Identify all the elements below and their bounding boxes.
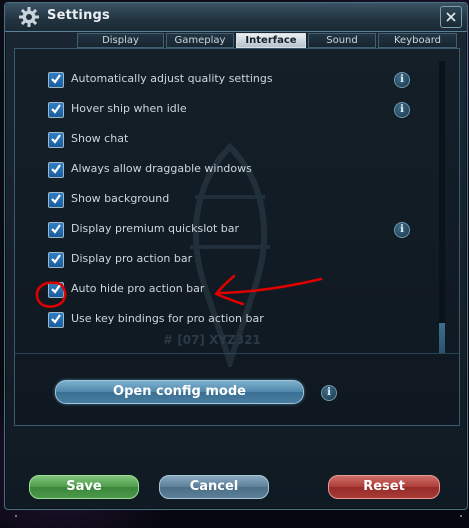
checkmark-icon [51, 194, 61, 204]
setting-label: Hover ship when idle [71, 102, 187, 115]
close-button[interactable] [440, 6, 462, 28]
setting-row: Automatically adjust quality settings i [15, 65, 435, 95]
setting-label: Automatically adjust quality settings [71, 72, 273, 85]
info-icon[interactable]: i [394, 72, 410, 88]
checkbox-pro-action-bar[interactable] [48, 252, 64, 268]
setting-row: Show background [15, 185, 435, 215]
checkbox-show-chat[interactable] [48, 132, 64, 148]
setting-row: Always allow draggable windows [15, 155, 435, 185]
checkbox-draggable-windows[interactable] [48, 162, 64, 178]
setting-label: Use key bindings for pro action bar [71, 312, 264, 325]
setting-row: Show chat [15, 125, 435, 155]
star [15, 515, 17, 517]
tab-keyboard[interactable]: Keyboard [378, 33, 457, 48]
checkmark-icon [51, 224, 61, 234]
setting-label: Always allow draggable windows [71, 162, 252, 175]
settings-list: Automatically adjust quality settings i … [15, 65, 435, 335]
gear-icon [19, 7, 39, 27]
setting-label: Show background [71, 192, 170, 205]
checkbox-show-background[interactable] [48, 192, 64, 208]
checkmark-icon [51, 314, 61, 324]
checkbox-key-bindings-pro-action-bar[interactable] [48, 312, 64, 328]
cancel-button[interactable]: Cancel [159, 475, 269, 499]
checkmark-icon [51, 284, 61, 294]
tab-gameplay[interactable]: Gameplay [166, 33, 234, 48]
setting-row: Use key bindings for pro action bar [15, 305, 435, 335]
tab-display[interactable]: Display [77, 33, 164, 48]
tab-interface[interactable]: Interface [236, 33, 306, 48]
setting-label: Display pro action bar [71, 252, 193, 265]
checkmark-icon [51, 104, 61, 114]
checkbox-auto-adjust-quality[interactable] [48, 72, 64, 88]
window-title: Settings [47, 8, 110, 23]
scrollbar[interactable] [439, 61, 445, 353]
checkbox-auto-hide-pro-action-bar[interactable] [48, 282, 64, 298]
setting-row: Hover ship when idle i [15, 95, 435, 125]
scrollbar-thumb[interactable] [439, 323, 445, 353]
info-icon[interactable]: i [394, 222, 410, 238]
setting-label: Show chat [71, 132, 129, 145]
tab-bar: Display Gameplay Interface Sound Keyboar… [77, 33, 457, 48]
save-button[interactable]: Save [29, 475, 139, 499]
info-icon[interactable]: i [394, 102, 410, 118]
setting-label: Auto hide pro action bar [71, 282, 205, 295]
checkbox-premium-quickslot[interactable] [48, 222, 64, 238]
setting-row: Auto hide pro action bar [15, 275, 435, 305]
tab-sound[interactable]: Sound [308, 33, 376, 48]
title-bar[interactable]: Settings [5, 3, 467, 32]
setting-row: Display premium quickslot bar i [15, 215, 435, 245]
screenshot-root: Settings Display Gameplay Interface Soun… [0, 0, 469, 528]
reset-button[interactable]: Reset [328, 475, 440, 499]
checkmark-icon [51, 134, 61, 144]
checkmark-icon [51, 74, 61, 84]
close-icon [446, 12, 456, 22]
checkmark-icon [51, 254, 61, 264]
info-icon[interactable]: i [321, 385, 337, 401]
divider [15, 353, 459, 354]
open-config-mode-button[interactable]: Open config mode [55, 380, 304, 404]
setting-row: Display pro action bar [15, 245, 435, 275]
checkbox-hover-ship[interactable] [48, 102, 64, 118]
interface-settings-panel: # [07] XYZ321 Automatically adjust quali… [14, 48, 460, 426]
star [460, 515, 462, 517]
checkmark-icon [51, 164, 61, 174]
settings-window: Settings Display Gameplay Interface Soun… [4, 2, 468, 510]
setting-label: Display premium quickslot bar [71, 222, 240, 235]
background-text: # [07] XYZ321 [163, 333, 261, 347]
